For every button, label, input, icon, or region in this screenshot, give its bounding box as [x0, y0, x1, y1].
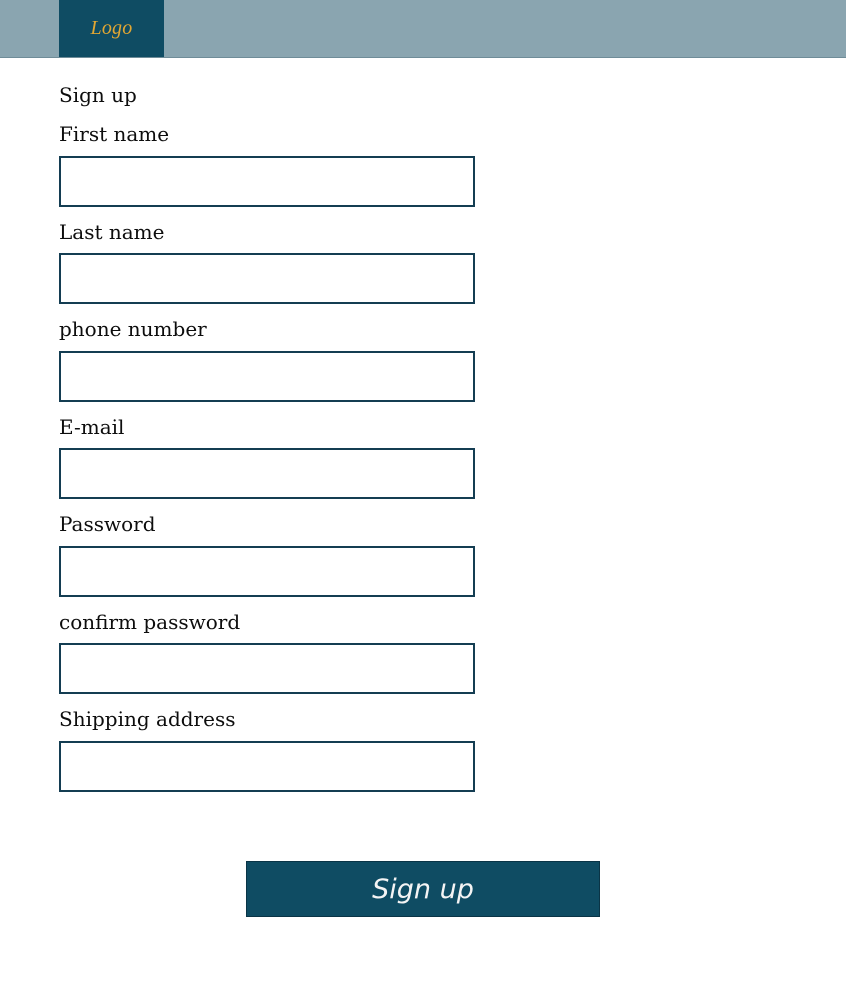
- shipping-address-input[interactable]: [59, 741, 475, 792]
- phone-number-input[interactable]: [59, 351, 475, 402]
- phone-number-label: phone number: [59, 317, 207, 341]
- sign-up-button[interactable]: Sign up: [246, 861, 600, 917]
- top-header: Logo: [0, 0, 846, 58]
- last-name-input[interactable]: [59, 253, 475, 304]
- logo-text: Logo: [90, 17, 133, 39]
- logo[interactable]: Logo: [59, 0, 164, 57]
- page-title: Sign up: [59, 83, 137, 107]
- first-name-input[interactable]: [59, 156, 475, 207]
- confirm-password-input[interactable]: [59, 643, 475, 694]
- first-name-label: First name: [59, 122, 170, 146]
- shipping-address-label: Shipping address: [59, 707, 236, 731]
- email-input[interactable]: [59, 448, 475, 499]
- password-input[interactable]: [59, 546, 475, 597]
- password-label: Password: [59, 512, 156, 536]
- last-name-label: Last name: [59, 220, 165, 244]
- email-label: E-mail: [59, 415, 125, 439]
- confirm-password-label: confirm password: [59, 610, 241, 634]
